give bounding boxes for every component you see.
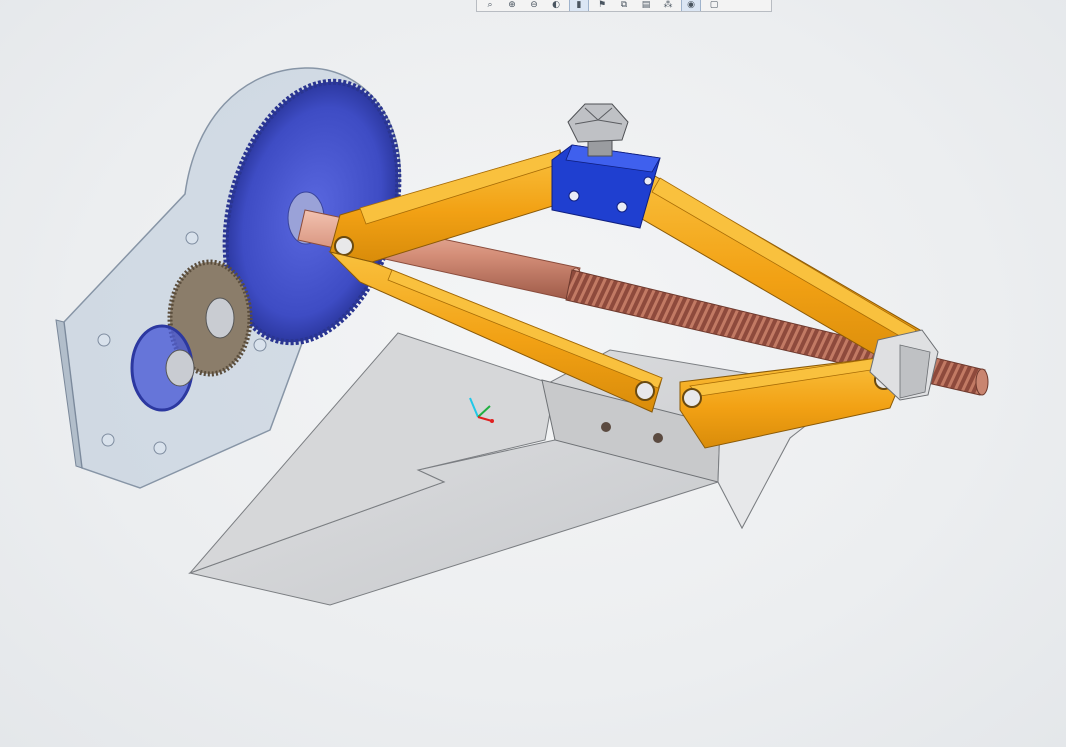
cad-model-scene[interactable] [0,0,1066,747]
graphics-viewport[interactable] [0,0,1066,747]
top-bracket[interactable] [551,144,661,229]
